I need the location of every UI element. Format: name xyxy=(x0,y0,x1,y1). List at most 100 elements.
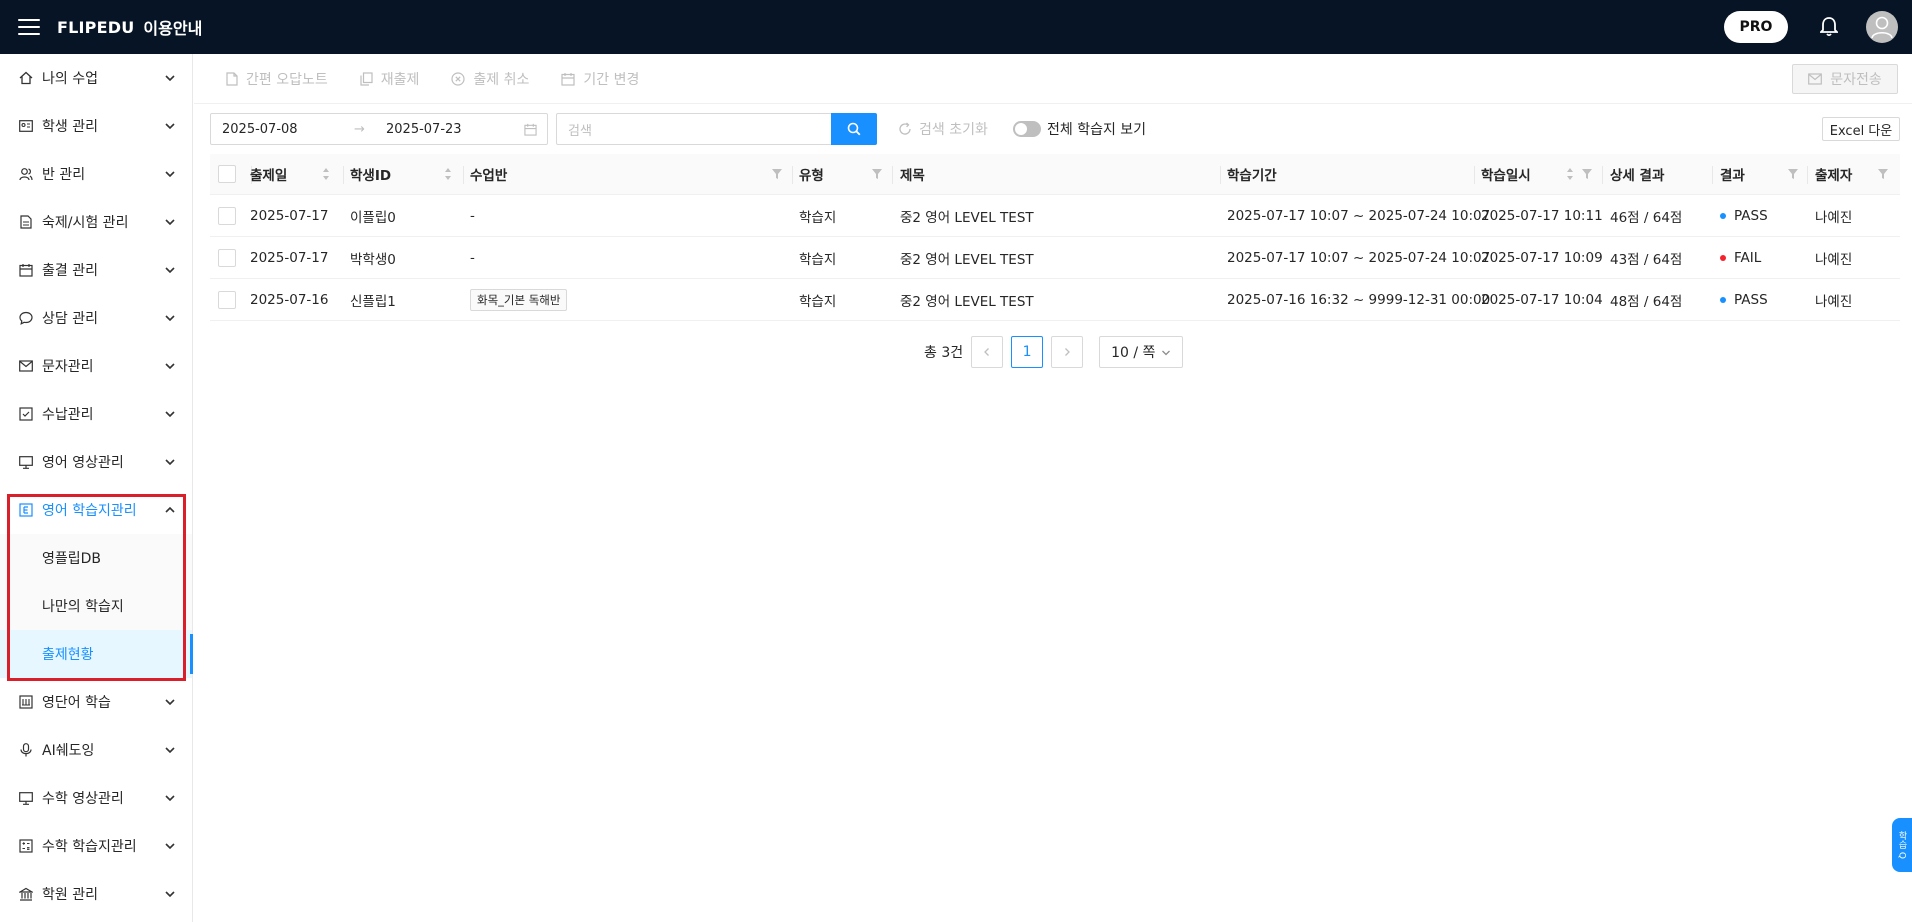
table-row[interactable]: 2025-07-17 박학생0 - 학습지 중2 영어 LEVEL TEST 2… xyxy=(210,237,1900,279)
sidebar: 나의 수업 학생 관리 반 관리 숙제/시험 관리 출결 관리 상담 관리 문자… xyxy=(0,54,193,922)
cell-author: 나예진 xyxy=(1815,209,1853,226)
cell-result: FAIL xyxy=(1720,237,1761,278)
sidebar-item-english-video[interactable]: 영어 영상관리 xyxy=(0,438,192,486)
cell-study-time: 2025-07-17 10:11 xyxy=(1481,207,1603,224)
monitor-icon xyxy=(18,455,33,470)
calendar-icon xyxy=(18,263,33,278)
next-page-button[interactable] xyxy=(1051,336,1084,368)
chevron-down-icon xyxy=(165,699,175,706)
select-all-checkbox[interactable] xyxy=(218,165,236,183)
search-button[interactable] xyxy=(831,113,877,145)
cell-type: 학습지 xyxy=(799,251,837,268)
change-period-button[interactable]: 기간 변경 xyxy=(561,69,639,89)
row-checkbox[interactable] xyxy=(218,248,236,267)
search-icon xyxy=(847,122,861,136)
top-navigation-bar: FLIPEDU 이용안내 PRO xyxy=(0,0,1912,54)
floating-help-widget[interactable]: 학습 Q xyxy=(1892,818,1912,872)
status-dot xyxy=(1720,212,1726,219)
chevron-down-icon xyxy=(165,843,175,850)
id-card-icon xyxy=(18,119,33,134)
table-row[interactable]: 2025-07-17 이플립0 - 학습지 중2 영어 LEVEL TEST 2… xyxy=(210,195,1900,237)
sidebar-subitem-assignment-status[interactable]: 출제현황 xyxy=(0,630,193,678)
prev-page-button[interactable] xyxy=(971,336,1004,368)
start-date-input[interactable]: 2025-07-08 xyxy=(222,122,352,137)
sidebar-item-payments[interactable]: 수납관리 xyxy=(0,390,192,438)
cell-title[interactable]: 중2 영어 LEVEL TEST xyxy=(900,237,1034,278)
sidebar-item-vocab[interactable]: 영단어 학습 xyxy=(0,678,192,726)
avatar[interactable] xyxy=(1866,11,1898,43)
range-arrow: → xyxy=(354,121,365,137)
date-range-picker[interactable]: 2025-07-08 → 2025-07-23 xyxy=(210,113,548,145)
reload-icon xyxy=(899,122,911,135)
reassign-button[interactable]: 재출제 xyxy=(360,69,419,89)
chevron-down-icon xyxy=(165,795,175,802)
cancel-assignment-button[interactable]: 출제 취소 xyxy=(451,69,529,89)
cell-title[interactable]: 중2 영어 LEVEL TEST xyxy=(900,195,1034,236)
sidebar-item-english-worksheet[interactable]: 영어 학습지관리 xyxy=(0,486,192,534)
menu-icon[interactable] xyxy=(18,19,40,35)
filter-icon[interactable] xyxy=(872,169,882,179)
sidebar-item-ai-shadowing[interactable]: AI쉐도잉 xyxy=(0,726,192,774)
filter-icon[interactable] xyxy=(1878,169,1888,179)
col-header-result[interactable]: 결과 xyxy=(1720,154,1745,194)
e-book-icon xyxy=(18,503,33,518)
row-checkbox[interactable] xyxy=(218,290,236,309)
end-date-input[interactable]: 2025-07-23 xyxy=(386,122,516,137)
filter-icon[interactable] xyxy=(1582,169,1592,179)
chevron-down-icon xyxy=(165,219,175,226)
table-header: 출제일 학생ID 수업반 유형 제목 학습기간 학습일시 상세 결과 결과 출제… xyxy=(210,154,1900,195)
sidebar-item-counseling[interactable]: 상담 관리 xyxy=(0,294,192,342)
chevron-down-icon xyxy=(165,891,175,898)
cell-detail[interactable]: 43점 / 64점 xyxy=(1610,237,1682,278)
users-icon xyxy=(18,167,33,182)
toggle-switch[interactable] xyxy=(1013,121,1041,137)
sidebar-item-students[interactable]: 학생 관리 xyxy=(0,102,192,150)
sidebar-subitem-my-worksheets[interactable]: 나만의 학습지 xyxy=(0,582,192,630)
col-header-study-time[interactable]: 학습일시 xyxy=(1481,154,1531,194)
col-header-class[interactable]: 수업반 xyxy=(470,154,507,194)
col-header-date[interactable]: 출제일 xyxy=(250,154,287,194)
page-button-current[interactable]: 1 xyxy=(1011,336,1044,368)
excel-download-button[interactable]: Excel 다운 xyxy=(1822,117,1900,141)
page-size-select[interactable]: 10 / 쪽 xyxy=(1099,336,1184,368)
col-header-student-id[interactable]: 학생ID xyxy=(350,154,391,194)
sort-icon[interactable] xyxy=(444,167,452,181)
sidebar-item-homework[interactable]: 숙제/시험 관리 xyxy=(0,198,192,246)
sidebar-item-academy[interactable]: 학원 관리 xyxy=(0,870,192,918)
send-sms-button[interactable]: 문자전송 xyxy=(1792,64,1898,94)
document-icon xyxy=(18,215,33,230)
table-row[interactable]: 2025-07-16 신플립1 화목_기본 독해반 학습지 중2 영어 LEVE… xyxy=(210,279,1900,321)
sidebar-subitem-yflip-db[interactable]: 영플립DB xyxy=(0,534,192,582)
cell-date: 2025-07-17 xyxy=(250,249,329,266)
cell-period: 2025-07-17 10:07 ~ 2025-07-24 10:07 xyxy=(1227,207,1491,224)
sidebar-item-classes[interactable]: 반 관리 xyxy=(0,150,192,198)
bell-icon[interactable] xyxy=(1814,12,1844,42)
cell-detail[interactable]: 46점 / 64점 xyxy=(1610,195,1682,236)
pro-button[interactable]: PRO xyxy=(1724,11,1788,43)
sidebar-item-label: 상담 관리 xyxy=(42,311,98,327)
sidebar-item-attendance[interactable]: 출결 관리 xyxy=(0,246,192,294)
sort-icon[interactable] xyxy=(1566,167,1574,181)
cell-type: 학습지 xyxy=(799,293,837,310)
search-input[interactable]: 검색 xyxy=(556,113,831,145)
sort-icon[interactable] xyxy=(322,167,330,181)
guide-link[interactable]: 이용안내 xyxy=(143,15,202,39)
col-header-type[interactable]: 유형 xyxy=(799,154,824,194)
sidebar-item-math-worksheet[interactable]: 수학 학습지관리 xyxy=(0,822,192,870)
sidebar-item-math-video[interactable]: 수학 영상관리 xyxy=(0,774,192,822)
show-all-toggle[interactable]: 전체 학습지 보기 xyxy=(1013,113,1146,145)
sidebar-item-label: 출결 관리 xyxy=(42,263,98,279)
home-icon xyxy=(18,71,33,86)
reset-search-button[interactable]: 검색 초기화 xyxy=(898,113,988,145)
sidebar-item-messages[interactable]: 문자관리 xyxy=(0,342,192,390)
cell-title[interactable]: 중2 영어 LEVEL TEST xyxy=(900,279,1034,320)
cell-detail[interactable]: 48점 / 64점 xyxy=(1610,279,1682,320)
filter-icon[interactable] xyxy=(1788,169,1798,179)
quick-note-button[interactable]: 간편 오답노트 xyxy=(226,69,328,89)
cell-date: 2025-07-17 xyxy=(250,207,329,224)
row-checkbox[interactable] xyxy=(218,206,236,225)
col-header-author[interactable]: 출제자 xyxy=(1815,154,1852,194)
brand-logo[interactable]: FLIPEDU xyxy=(57,18,134,37)
filter-icon[interactable] xyxy=(772,169,782,179)
sidebar-item-my-class[interactable]: 나의 수업 xyxy=(0,54,192,102)
